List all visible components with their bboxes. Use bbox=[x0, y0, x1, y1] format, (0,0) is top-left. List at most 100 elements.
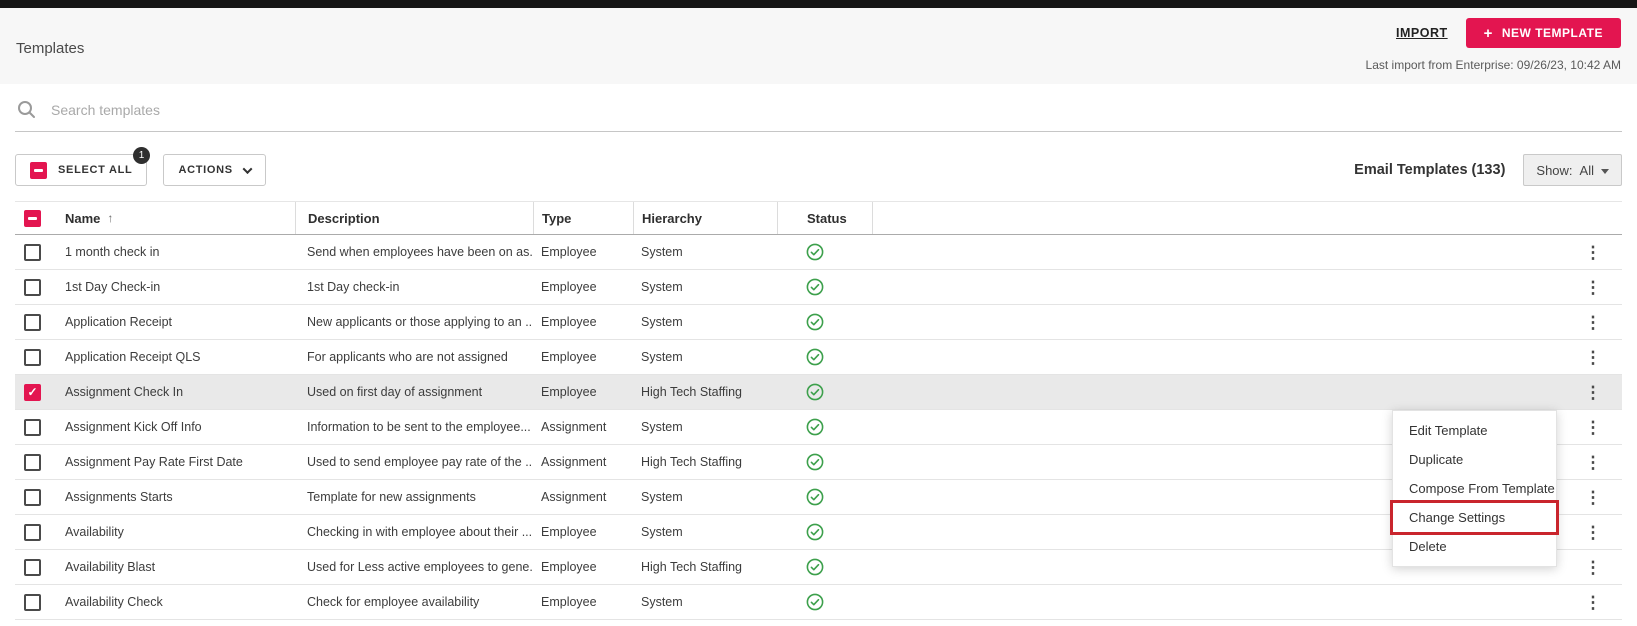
row-menu-kebab-icon[interactable]: ⋮ bbox=[1579, 415, 1608, 440]
row-hierarchy: System bbox=[641, 595, 683, 609]
sort-ascending-icon: ↑ bbox=[107, 211, 114, 225]
table-row[interactable]: Assignment Pay Rate First Date Used to s… bbox=[15, 445, 1622, 480]
row-hierarchy: System bbox=[641, 420, 683, 434]
row-name: Assignment Check In bbox=[65, 385, 184, 399]
status-active-icon bbox=[806, 488, 824, 506]
row-description: Information to be sent to the employee..… bbox=[307, 420, 531, 434]
table-row[interactable]: Availability Checking in with employee a… bbox=[15, 515, 1622, 550]
table-row[interactable]: Availability Check Check for employee av… bbox=[15, 585, 1622, 620]
toolbar: SELECT ALL 1 ACTIONS Email Templates (13… bbox=[15, 147, 1622, 186]
chevron-down-icon bbox=[242, 163, 253, 174]
row-type: Employee bbox=[541, 595, 597, 609]
show-filter-dropdown[interactable]: Show: All bbox=[1523, 154, 1622, 186]
table-row[interactable]: 1st Day Check-in 1st Day check-in Employ… bbox=[15, 270, 1622, 305]
status-active-icon bbox=[806, 558, 824, 576]
row-menu-kebab-icon[interactable]: ⋮ bbox=[1579, 345, 1608, 370]
row-checkbox[interactable] bbox=[24, 558, 41, 576]
select-all-checkbox[interactable] bbox=[30, 161, 47, 179]
header-select-checkbox[interactable] bbox=[24, 209, 41, 227]
row-type: Assignment bbox=[541, 490, 607, 504]
row-checkbox[interactable] bbox=[24, 243, 41, 261]
row-description: Template for new assignments bbox=[307, 490, 476, 504]
actions-button[interactable]: ACTIONS bbox=[163, 154, 266, 186]
row-checkbox[interactable] bbox=[24, 418, 41, 436]
menu-item-duplicate[interactable]: Duplicate bbox=[1393, 445, 1556, 474]
status-active-icon bbox=[806, 243, 824, 261]
table-row[interactable]: Assignment Check In Used on first day of… bbox=[15, 375, 1622, 410]
search-icon bbox=[18, 101, 35, 118]
show-value: All bbox=[1579, 162, 1594, 178]
column-header-type[interactable]: Type bbox=[533, 202, 633, 234]
caret-down-icon bbox=[1601, 168, 1609, 174]
email-templates-count: Email Templates (133) bbox=[1354, 162, 1506, 178]
column-header-status[interactable]: Status bbox=[777, 202, 872, 234]
row-name: Availability Blast bbox=[65, 560, 156, 574]
row-type: Assignment bbox=[541, 455, 607, 469]
row-menu-kebab-icon[interactable]: ⋮ bbox=[1579, 380, 1608, 405]
row-description: Send when employees have been on as... bbox=[307, 245, 533, 259]
row-menu-kebab-icon[interactable]: ⋮ bbox=[1579, 555, 1608, 580]
column-header-description[interactable]: Description bbox=[295, 202, 533, 234]
column-header-name[interactable]: Name ↑ bbox=[57, 202, 295, 234]
row-hierarchy: System bbox=[641, 280, 683, 294]
menu-item-compose-from-template[interactable]: Compose From Template bbox=[1393, 474, 1556, 503]
row-menu-kebab-icon[interactable]: ⋮ bbox=[1579, 485, 1608, 510]
row-description: For applicants who are not assigned bbox=[307, 350, 508, 364]
menu-item-change-settings[interactable]: Change Settings bbox=[1390, 500, 1559, 535]
table-row[interactable]: Application Receipt QLS For applicants w… bbox=[15, 340, 1622, 375]
row-name: Availability bbox=[65, 525, 124, 539]
table-body: 1 month check in Send when employees hav… bbox=[15, 235, 1622, 620]
row-description: Used to send employee pay rate of the ..… bbox=[307, 455, 533, 469]
table-row[interactable]: Application Receipt New applicants or th… bbox=[15, 305, 1622, 340]
templates-table: Name ↑ Description Type Hierarchy Status… bbox=[15, 201, 1622, 620]
row-name: Assignment Kick Off Info bbox=[65, 420, 202, 434]
status-active-icon bbox=[806, 348, 824, 366]
menu-item-delete[interactable]: Delete bbox=[1393, 532, 1556, 561]
new-template-label: NEW TEMPLATE bbox=[1501, 26, 1603, 40]
row-menu-kebab-icon[interactable]: ⋮ bbox=[1579, 590, 1608, 615]
row-type: Employee bbox=[541, 315, 597, 329]
table-row[interactable]: Assignment Kick Off Info Information to … bbox=[15, 410, 1622, 445]
row-menu-kebab-icon[interactable]: ⋮ bbox=[1579, 275, 1608, 300]
row-description: Check for employee availability bbox=[307, 595, 480, 609]
select-all-button[interactable]: SELECT ALL 1 bbox=[15, 147, 151, 186]
row-menu-kebab-icon[interactable]: ⋮ bbox=[1579, 450, 1608, 475]
row-checkbox[interactable] bbox=[24, 488, 41, 506]
row-context-menu: Edit Template Duplicate Compose From Templ… bbox=[1390, 410, 1559, 567]
row-description: New applicants or those applying to an .… bbox=[307, 315, 533, 329]
row-checkbox[interactable] bbox=[24, 313, 41, 331]
row-name: Assignments Starts bbox=[65, 490, 173, 504]
row-type: Employee bbox=[541, 280, 597, 294]
status-active-icon bbox=[806, 593, 824, 611]
row-name: Availability Check bbox=[65, 595, 163, 609]
row-menu-kebab-icon[interactable]: ⋮ bbox=[1579, 520, 1608, 545]
row-menu-kebab-icon[interactable]: ⋮ bbox=[1579, 310, 1608, 335]
row-checkbox[interactable] bbox=[24, 593, 41, 611]
search-input[interactable] bbox=[51, 101, 551, 118]
status-active-icon bbox=[806, 523, 824, 541]
new-template-button[interactable]: + NEW TEMPLATE bbox=[1465, 18, 1621, 48]
row-type: Employee bbox=[541, 245, 597, 259]
row-hierarchy: System bbox=[641, 350, 683, 364]
status-active-icon bbox=[806, 313, 824, 331]
row-name: Application Receipt bbox=[65, 315, 173, 329]
row-checkbox[interactable] bbox=[24, 383, 41, 401]
row-checkbox[interactable] bbox=[24, 453, 41, 471]
table-row[interactable]: Assignments Starts Template for new assi… bbox=[15, 480, 1622, 515]
row-hierarchy: System bbox=[641, 245, 683, 259]
row-description: Used on first day of assignment bbox=[307, 385, 483, 399]
search-bar bbox=[15, 88, 1622, 132]
row-checkbox[interactable] bbox=[24, 278, 41, 296]
menu-item-edit-template[interactable]: Edit Template bbox=[1393, 416, 1556, 445]
table-row[interactable]: 1 month check in Send when employees hav… bbox=[15, 235, 1622, 270]
row-menu-kebab-icon[interactable]: ⋮ bbox=[1579, 240, 1608, 265]
actions-label: ACTIONS bbox=[178, 164, 233, 176]
column-header-hierarchy[interactable]: Hierarchy bbox=[633, 202, 777, 234]
import-link[interactable]: IMPORT bbox=[1396, 26, 1448, 40]
select-all-label: SELECT ALL bbox=[58, 164, 133, 176]
row-checkbox[interactable] bbox=[24, 348, 41, 366]
row-description: 1st Day check-in bbox=[307, 280, 400, 294]
table-row[interactable]: Availability Blast Used for Less active … bbox=[15, 550, 1622, 585]
row-type: Employee bbox=[541, 350, 597, 364]
row-checkbox[interactable] bbox=[24, 523, 41, 541]
